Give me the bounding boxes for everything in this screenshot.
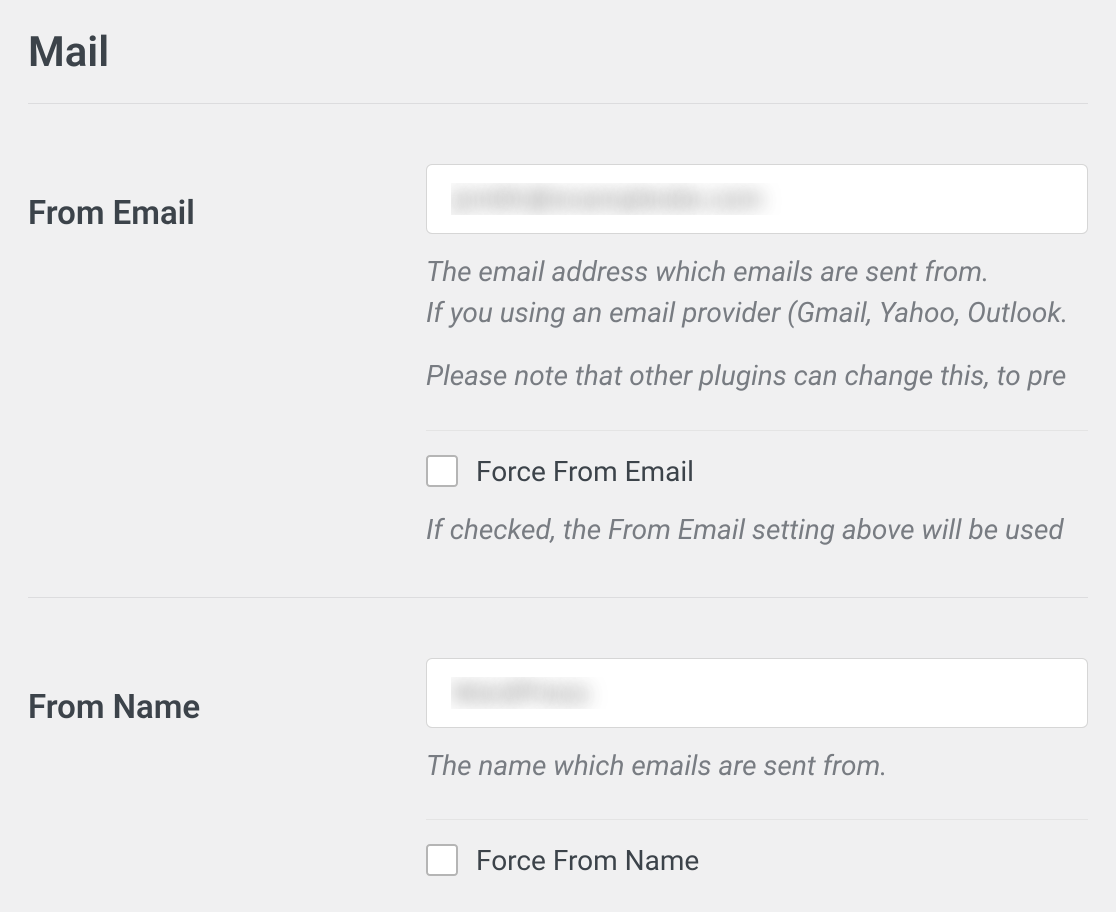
from-email-input[interactable] (426, 164, 1088, 234)
from-email-inner-divider (426, 430, 1088, 431)
from-name-hint: The name which emails are sent from. (426, 746, 1088, 785)
from-email-row: From Email The email address which email… (28, 104, 1088, 598)
from-email-label: From Email (28, 194, 426, 233)
from-email-hint-3: Please note that other plugins can chang… (426, 356, 1088, 395)
from-email-hint-2: If you using an email provider (Gmail, Y… (426, 293, 1088, 332)
from-name-inner-divider (426, 819, 1088, 820)
from-email-hint-1: The email address which emails are sent … (426, 252, 1088, 291)
section-title: Mail (28, 0, 1088, 103)
force-from-name-label: Force From Name (476, 844, 699, 877)
force-from-email-label: Force From Email (476, 455, 694, 488)
force-from-email-checkbox[interactable] (426, 455, 458, 487)
force-from-name-checkbox[interactable] (426, 844, 458, 876)
force-from-email-row: Force From Email (426, 455, 1088, 488)
from-name-label: From Name (28, 688, 426, 727)
force-from-name-row: Force From Name (426, 844, 1088, 877)
from-email-label-col: From Email (28, 164, 426, 549)
from-email-field-col: The email address which emails are sent … (426, 164, 1088, 549)
from-name-field-col: The name which emails are sent from. For… (426, 658, 1088, 877)
from-name-input[interactable] (426, 658, 1088, 728)
from-name-label-col: From Name (28, 658, 426, 877)
force-from-email-hint: If checked, the From Email setting above… (426, 510, 1088, 549)
from-name-row: From Name The name which emails are sent… (28, 598, 1088, 877)
